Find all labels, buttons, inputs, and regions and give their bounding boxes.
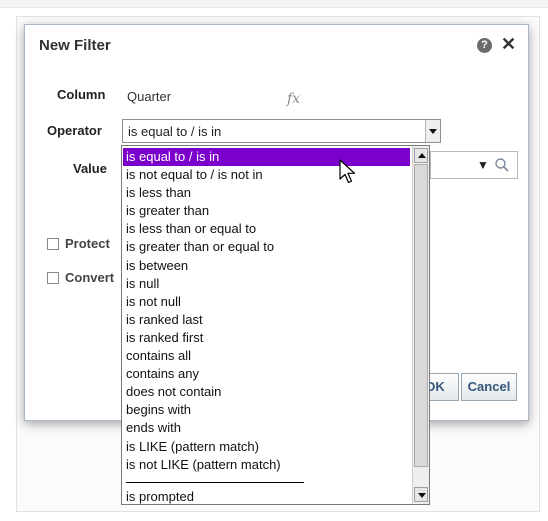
operator-label: Operator [47, 123, 102, 138]
operator-option[interactable]: contains any [122, 365, 411, 383]
dropdown-scrollbar[interactable] [412, 146, 429, 504]
operator-option[interactable]: is LIKE (pattern match) [122, 438, 411, 456]
convert-checkbox[interactable] [47, 272, 59, 284]
dialog-title: New Filter [39, 37, 111, 54]
top-strip [0, 0, 548, 8]
cancel-button[interactable]: Cancel [461, 373, 517, 401]
page: New Filter ? ✕ Column Quarter fx Operato… [0, 0, 548, 521]
scrollbar-thumb[interactable] [414, 164, 428, 467]
operator-option[interactable]: does not contain [122, 383, 411, 401]
operator-option[interactable]: is equal to / is in [123, 148, 410, 167]
close-icon[interactable]: ✕ [501, 34, 516, 54]
operator-option[interactable]: is ranked first [122, 329, 411, 347]
operator-option[interactable]: ends with [122, 419, 411, 437]
operator-option[interactable]: is less than [122, 184, 411, 202]
dropdown-separator [126, 482, 304, 483]
operator-option[interactable]: is ranked last [122, 311, 411, 329]
operator-option[interactable]: is greater than [122, 202, 411, 220]
help-icon[interactable]: ? [477, 38, 492, 53]
scroll-down-button[interactable] [414, 487, 428, 502]
operator-dropdown-button[interactable] [425, 120, 440, 142]
mouse-cursor-icon [339, 159, 356, 184]
convert-checkbox-label: Convert [65, 270, 115, 285]
protect-checkbox[interactable] [47, 238, 59, 250]
protect-checkbox-label: Protect [65, 236, 110, 251]
scroll-up-button[interactable] [414, 148, 428, 163]
chevron-down-icon [429, 129, 437, 134]
operator-option[interactable]: is greater than or equal to [122, 238, 411, 256]
chevron-down-icon [418, 493, 426, 498]
operator-dropdown-list: is equal to / is in is not equal to / is… [121, 145, 430, 505]
operator-option[interactable]: is not null [122, 293, 411, 311]
search-icon[interactable] [494, 157, 510, 173]
operator-option[interactable]: begins with [122, 401, 411, 419]
dialog-header: New Filter ? ✕ [25, 25, 528, 67]
operator-options: is equal to / is in is not equal to / is… [122, 148, 411, 474]
operator-option-prompted[interactable]: is prompted [126, 489, 194, 504]
operator-select[interactable]: is equal to / is in [122, 119, 441, 143]
operator-option[interactable]: is null [122, 275, 411, 293]
operator-option[interactable]: is less than or equal to [122, 220, 411, 238]
column-value: Quarter [127, 89, 172, 104]
operator-option[interactable]: is not LIKE (pattern match) [122, 456, 411, 474]
operator-option[interactable]: is not equal to / is not in [122, 166, 411, 184]
operator-option[interactable]: contains all [122, 347, 411, 365]
value-label: Value [73, 161, 107, 176]
fx-icon[interactable]: fx [287, 91, 300, 107]
column-label: Column [57, 87, 106, 102]
operator-option[interactable]: is between [122, 257, 411, 275]
chevron-up-icon [418, 153, 426, 158]
value-dropdown-arrow-icon[interactable]: ▼ [477, 158, 489, 172]
operator-selected-value: is equal to / is in [128, 124, 222, 139]
